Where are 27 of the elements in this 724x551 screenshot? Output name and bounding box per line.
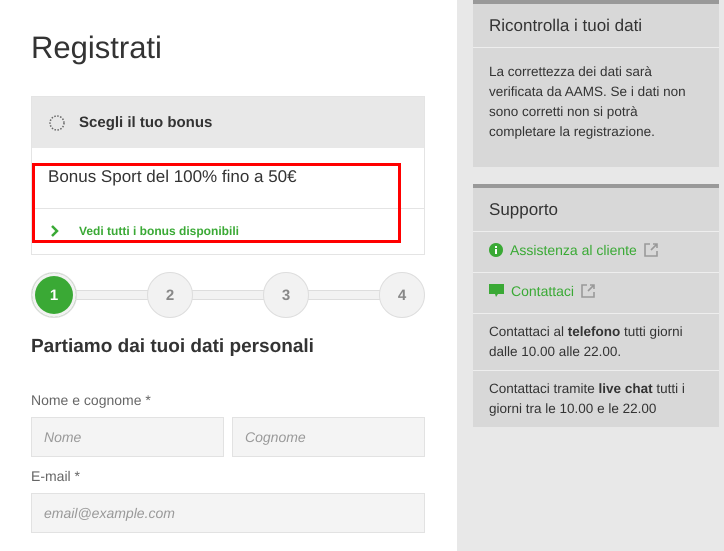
support-text: Contattaci al telefono tutti giorni dalle 10.00 alle 22.00.: [473, 314, 719, 371]
step-circle: 1: [31, 272, 77, 318]
field-label: Nome e cognome *: [31, 392, 152, 408]
external-link-icon: [581, 284, 596, 298]
input-field[interactable]: Cognome: [232, 417, 425, 457]
chevron-icon: [50, 225, 60, 237]
panel-text: La correttezza dei dati sarà verificata da AAMS. Se i dati non sono corretti non si potrà completare la registrazione.: [488, 63, 687, 141]
support-link[interactable]: Assistenza al cliente: [489, 242, 658, 258]
chat-icon: [489, 284, 504, 298]
bonus-offer: Bonus Sport del 100% fino a 50€: [32, 148, 424, 209]
support-link[interactable]: Contattaci: [489, 283, 596, 299]
info-icon: [489, 243, 503, 257]
input-field[interactable]: email@example.com: [31, 493, 425, 533]
external-link-icon: [644, 243, 658, 257]
step-circle: 2: [147, 272, 193, 318]
step-circle: 3: [263, 272, 309, 318]
page-title: Registrati: [31, 30, 163, 67]
step-circle: 4: [379, 272, 425, 318]
panel-title: Supporto: [473, 188, 719, 232]
bonus-link[interactable]: Vedi tutti i bonus disponibili: [32, 209, 424, 254]
section-title: Partiamo dai tuoi dati personali: [31, 336, 315, 359]
field-label: E-mail *: [31, 468, 82, 484]
loading-icon: [48, 114, 66, 132]
panel-title: Ricontrolla i tuoi dati: [473, 4, 719, 48]
bonus-header: Scegli il tuo bonus: [79, 114, 212, 131]
support-text: Contattaci tramite live chat tutti i giorni tra le 10.00 e le 22.00: [488, 380, 686, 418]
input-field[interactable]: Nome: [31, 417, 224, 457]
